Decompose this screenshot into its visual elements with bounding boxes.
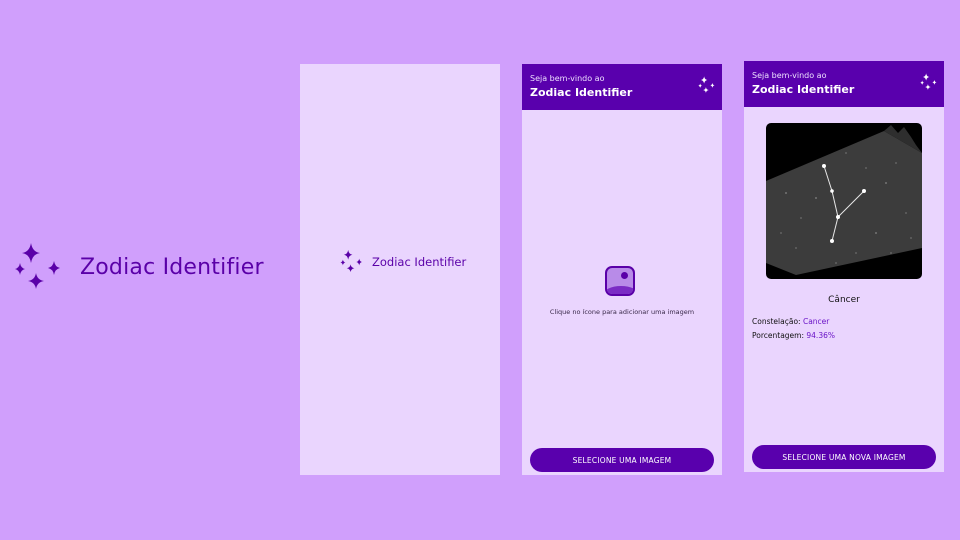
add-image-hint: Clique no ícone para adicionar uma image…: [549, 308, 695, 316]
brand-logo: Zodiac Identifier: [14, 243, 264, 291]
app-header: Seja bem-vindo ao Zodiac Identifier: [522, 64, 722, 110]
splash-screen: Zodiac Identifier: [300, 64, 500, 475]
header-subtitle: Seja bem-vindo ao: [530, 74, 605, 83]
sparkles-icon: [920, 73, 937, 90]
sparkles-icon: [15, 243, 60, 289]
percentage-row: Porcentagem: 94.36%: [752, 331, 835, 340]
header-title: Zodiac Identifier: [530, 86, 633, 99]
sparkles-icon: [340, 250, 363, 273]
result-screen: Seja bem-vindo ao Zodiac Identifier Cânc…: [744, 61, 944, 472]
header-title: Zodiac Identifier: [752, 83, 855, 96]
brand-name: Zodiac Identifier: [80, 254, 264, 280]
constellation-image: [766, 123, 922, 279]
percentage-label: Porcentagem:: [752, 331, 804, 340]
header-subtitle: Seja bem-vindo ao: [752, 71, 827, 80]
percentage-value: 94.36%: [806, 331, 835, 340]
splash-app-name: Zodiac Identifier: [372, 254, 467, 269]
app-header: Seja bem-vindo ao Zodiac Identifier: [744, 61, 944, 107]
sparkles-icon: [698, 76, 715, 93]
constellation-value: Cancer: [802, 317, 830, 326]
constellation-row: Constelação: Cancer: [752, 317, 829, 326]
constellation-label: Constelação:: [752, 317, 801, 326]
select-new-image-button[interactable]: SELECIONE UMA NOVA IMAGEM: [752, 445, 936, 469]
add-image-icon[interactable]: [605, 266, 635, 296]
upload-screen: Seja bem-vindo ao Zodiac Identifier Cliq…: [522, 64, 722, 475]
result-title: Câncer: [828, 295, 860, 305]
splash-logo: Zodiac Identifier: [340, 250, 466, 273]
constellation-diagram: [766, 125, 922, 275]
select-image-button[interactable]: SELECIONE UMA IMAGEM: [530, 448, 714, 472]
